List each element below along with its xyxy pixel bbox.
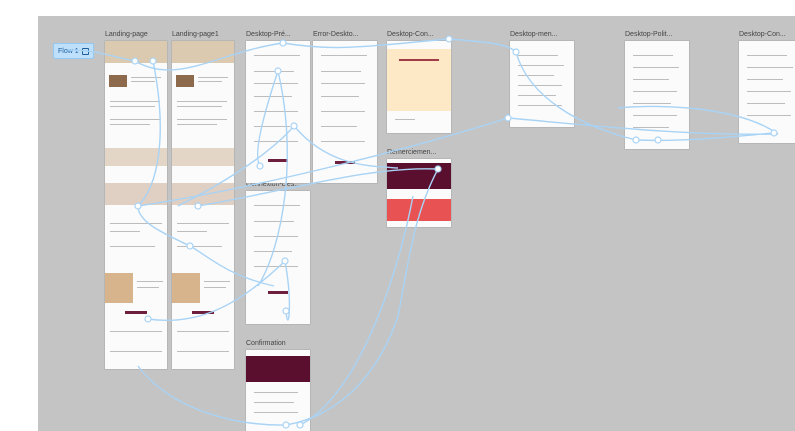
flow-node [281, 257, 289, 265]
flow-node [654, 136, 662, 144]
flow-node [445, 35, 453, 43]
flow-node [512, 48, 520, 56]
flow-link [137, 60, 161, 207]
flow-node [504, 114, 512, 122]
flow-link [67, 49, 136, 62]
flow-node [256, 162, 264, 170]
flow-link [137, 205, 191, 247]
flow-node [144, 315, 152, 323]
flow-node [186, 242, 194, 250]
flow-node [194, 202, 202, 210]
flow-node [279, 39, 287, 47]
flow-node [149, 57, 157, 65]
flow-link [299, 195, 414, 426]
flow-node [632, 136, 640, 144]
flow-link [515, 51, 637, 141]
flow-node [282, 307, 290, 315]
flow-node [131, 57, 139, 65]
flow-link [397, 168, 439, 317]
flow-link [285, 315, 399, 426]
design-canvas[interactable]: Flow 1 Landing-page Landing-page1 Deskto… [38, 16, 795, 431]
flow-node [296, 421, 304, 429]
flow-node [770, 129, 778, 137]
flow-link [147, 260, 286, 322]
flow-node [274, 67, 282, 75]
flow-link [137, 117, 509, 207]
flow-node [434, 165, 442, 173]
flow-link [507, 117, 779, 135]
flow-link [257, 70, 279, 167]
flow-node [290, 122, 298, 130]
flow-link [282, 38, 450, 49]
prototype-connections [67, 35, 779, 429]
flow-link [137, 365, 287, 426]
flow-node [134, 202, 142, 210]
flow-node [282, 421, 290, 429]
flow-link [134, 42, 284, 71]
flow-link [293, 125, 399, 169]
flow-link [177, 125, 295, 207]
flow-link [448, 38, 517, 53]
